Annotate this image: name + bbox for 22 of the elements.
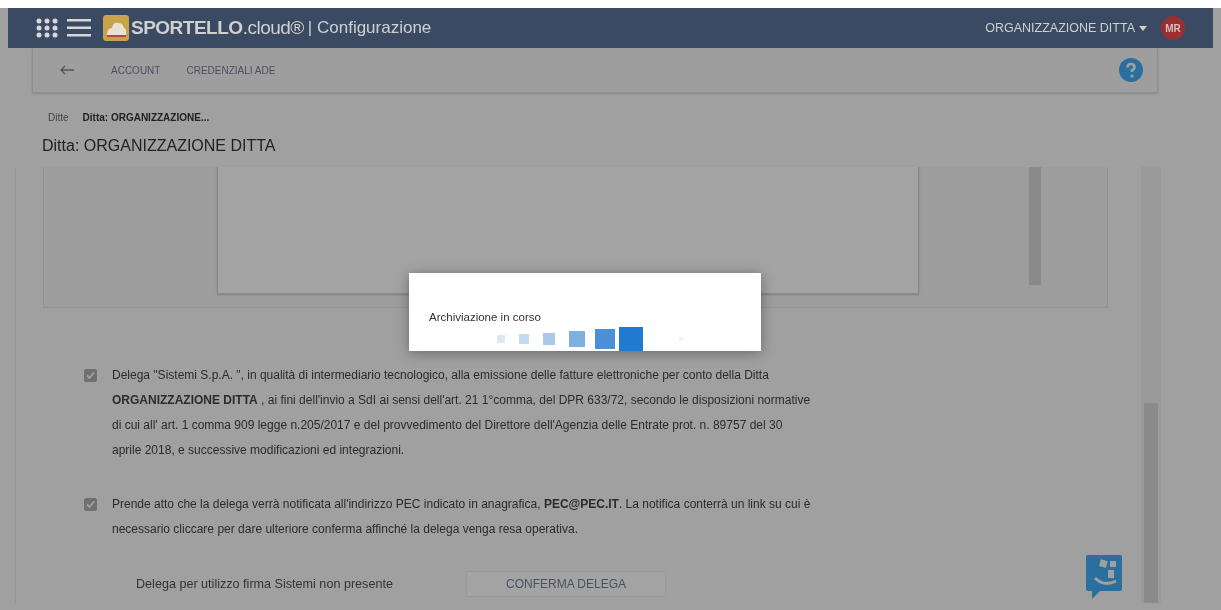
signature-status: Delega per utilizzo firma Sistemi non presente (136, 577, 394, 591)
organization-dropdown[interactable]: ORGANIZZAZIONE DITTA (985, 21, 1147, 35)
checkbox[interactable] (84, 369, 97, 382)
consent-text: Prende atto che la delega verrà notificata all'indirizzo PEC indicato in anagrafica, PEC@PEC.IT. La notifica conterrà un link su cui è necessario cliccare per dare ulteriore conferma affinché la delega venga resa operativa. (112, 496, 812, 538)
section-title: | Configurazione (307, 18, 432, 38)
consent-text: Delega "Sistemi S.p.A. ", in qualità di intermediario tecnologico, alla emissione delle fatture elettroniche per conto della Ditta ORGANIZZAZIONE DITTA , ai fini dell'invio a SdI ai sensi dell'art. 21 1°comma, del DPR 633/72, secondo le disposizioni normative di cui all' art. 1 comma 909 legge n.205/2017 e del provvedimento del Direttore dell'Agenzia delle Entrate prot. n. 89757 del 30 aprile 2018, e successive modificazioni ed integrazioni. (112, 367, 812, 459)
back-arrow-icon[interactable] (59, 65, 75, 75)
app-brand: SPORTELLO.cloud® (131, 17, 304, 39)
confirm-delegation-button[interactable]: CONFERMA DELEGA (466, 571, 666, 597)
cloud-logo-icon (103, 15, 129, 41)
dialog-message: Archiviazione in corso (429, 311, 542, 323)
user-avatar[interactable]: MR (1161, 16, 1185, 40)
help-icon[interactable] (1119, 58, 1143, 82)
breadcrumb-item[interactable]: Ditte (44, 109, 73, 125)
apps-grid-icon[interactable] (35, 18, 59, 38)
chat-icon[interactable] (1086, 555, 1122, 599)
nav-tab[interactable]: ACCOUNT (105, 60, 167, 80)
nav-tab[interactable]: CREDENZIALI ADE (180, 60, 282, 80)
breadcrumb-item: Ditta: ORGANIZZAZIONE... (81, 110, 211, 125)
checkbox[interactable] (84, 498, 97, 511)
menu-icon[interactable] (67, 19, 91, 37)
page-title: Ditta: ORGANIZZAZIONE DITTA (41, 136, 277, 156)
